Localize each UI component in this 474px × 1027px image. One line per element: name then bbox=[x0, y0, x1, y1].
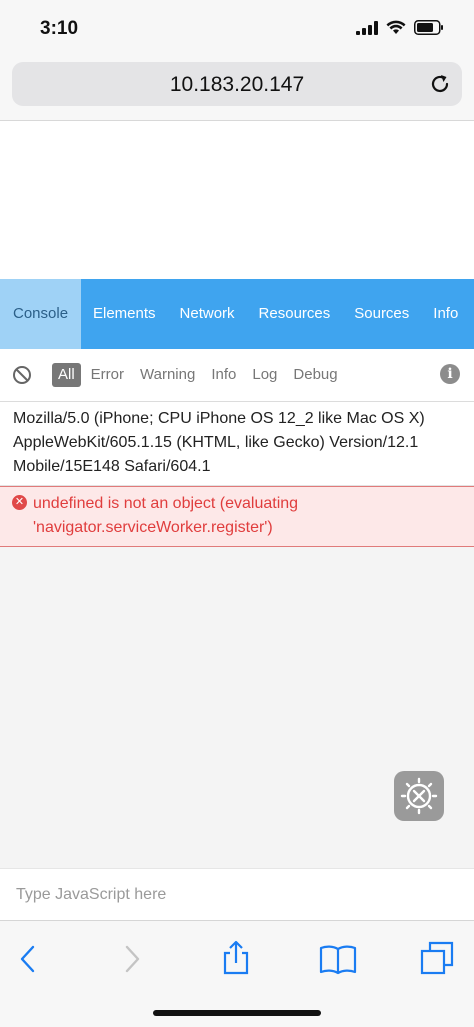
address-bar[interactable]: 10.183.20.147 bbox=[12, 62, 462, 106]
status-bar: 3:10 bbox=[0, 0, 474, 58]
clear-console-icon[interactable] bbox=[12, 365, 32, 385]
filter-log[interactable]: Log bbox=[246, 363, 283, 387]
status-time: 3:10 bbox=[40, 18, 79, 39]
console-log-entry: Mozilla/5.0 (iPhone; CPU iPhone OS 12_2 … bbox=[0, 402, 474, 486]
share-icon[interactable] bbox=[216, 939, 256, 979]
tab-console[interactable]: Console bbox=[0, 279, 81, 349]
battery-icon bbox=[414, 20, 443, 35]
console-filter-bar: All Error Warning Info Log Debug i bbox=[0, 349, 474, 402]
tab-info[interactable]: Info bbox=[421, 279, 470, 349]
filter-warning[interactable]: Warning bbox=[134, 363, 201, 387]
tabs-icon[interactable] bbox=[418, 939, 458, 979]
url-text: 10.183.20.147 bbox=[169, 73, 305, 96]
tab-sources[interactable]: Sources bbox=[342, 279, 421, 349]
browser-address-area: 10.183.20.147 bbox=[0, 58, 474, 121]
tab-network[interactable]: Network bbox=[168, 279, 247, 349]
info-icon[interactable]: i bbox=[440, 364, 460, 384]
log-level-filters: All Error Warning Info Log Debug bbox=[52, 363, 348, 387]
home-indicator bbox=[153, 1010, 321, 1016]
error-message: undefined is not an object (evaluating '… bbox=[33, 495, 299, 536]
forward-icon[interactable] bbox=[112, 939, 152, 979]
error-icon: ✕ bbox=[12, 495, 27, 510]
filter-info[interactable]: Info bbox=[205, 363, 242, 387]
filter-error[interactable]: Error bbox=[85, 363, 130, 387]
filter-all[interactable]: All bbox=[52, 363, 81, 387]
reload-icon[interactable] bbox=[428, 72, 452, 96]
signal-icon bbox=[356, 20, 378, 35]
status-icons bbox=[356, 20, 444, 35]
console-input-area bbox=[0, 868, 474, 921]
bookmarks-icon[interactable] bbox=[318, 939, 358, 979]
back-icon[interactable] bbox=[8, 939, 48, 979]
wifi-icon bbox=[386, 20, 406, 34]
settings-gear-button[interactable] bbox=[394, 771, 444, 821]
gear-wrench-icon bbox=[400, 777, 438, 815]
tab-elements[interactable]: Elements bbox=[81, 279, 168, 349]
tab-resources[interactable]: Resources bbox=[247, 279, 343, 349]
javascript-input[interactable] bbox=[14, 879, 458, 911]
filter-debug[interactable]: Debug bbox=[287, 363, 343, 387]
page-content bbox=[0, 121, 474, 279]
console-error-entry: ✕ undefined is not an object (evaluating… bbox=[0, 486, 474, 547]
devtools-tab-bar: Console Elements Network Resources Sourc… bbox=[0, 279, 474, 349]
